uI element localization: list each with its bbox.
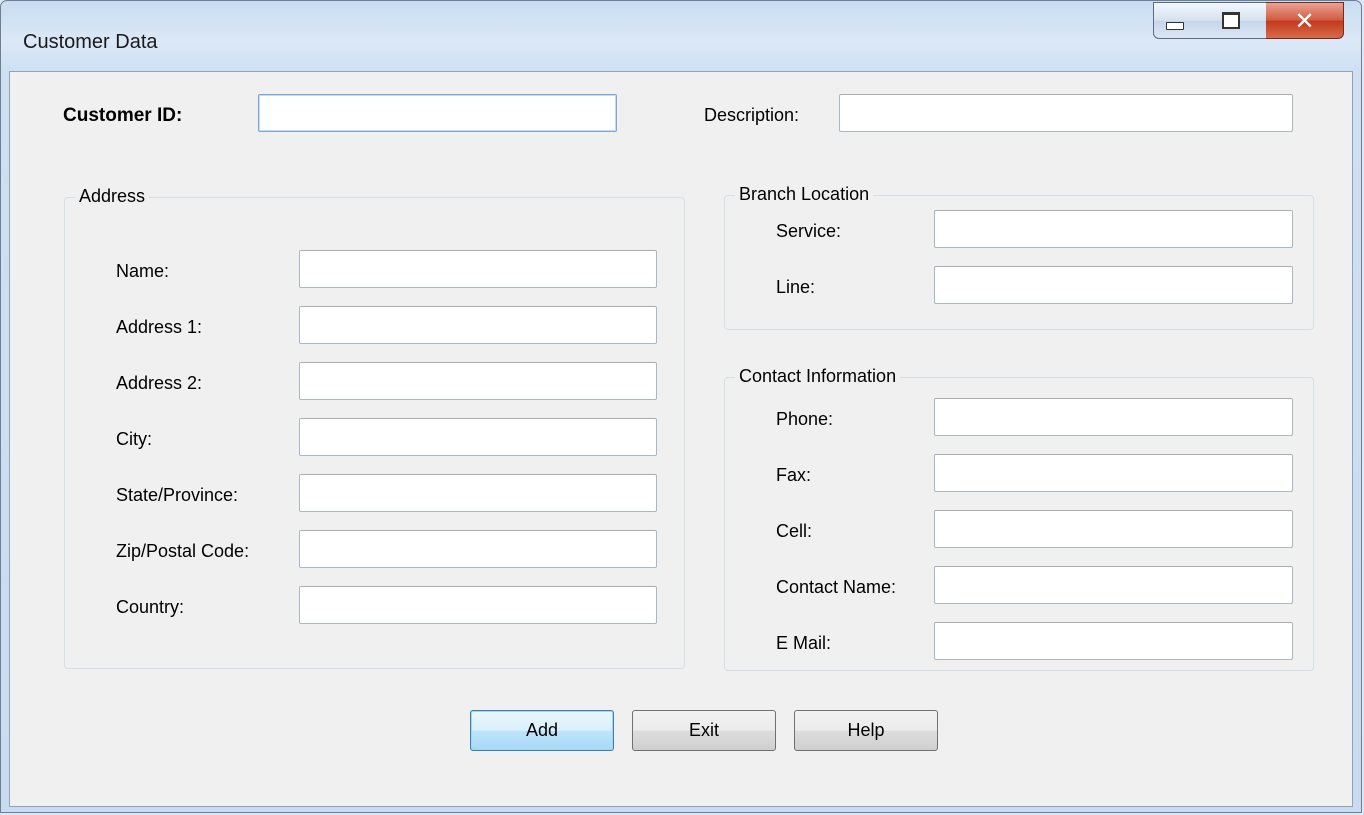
fax-input[interactable] [934,454,1293,492]
close-icon: ✕ [1294,6,1315,35]
contact-name-label: Contact Name: [776,577,897,597]
email-input[interactable] [934,622,1293,660]
address2-label: Address 2: [116,373,203,393]
address2-input[interactable] [299,362,657,400]
city-label: City: [116,429,152,449]
contact-information-legend: Contact Information [735,366,901,387]
service-label: Service: [776,221,842,241]
branch-location-group: Branch Location Service: Line: [724,184,1314,330]
close-button[interactable]: ✕ [1266,2,1344,39]
title-bar[interactable]: Customer Data ✕ [1,1,1361,71]
window-title: Customer Data [23,31,158,53]
city-input[interactable] [299,418,657,456]
zip-postal-code-label: Zip/Postal Code: [116,541,250,561]
description-input[interactable] [839,94,1293,132]
description-label: Description: [704,105,800,125]
name-input[interactable] [299,250,657,288]
minimize-button[interactable] [1153,2,1196,39]
state-province-input[interactable] [299,474,657,512]
zip-postal-code-input[interactable] [299,530,657,568]
minimize-icon [1165,21,1184,30]
line-label: Line: [776,277,816,297]
cell-label: Cell: [776,521,813,541]
name-label: Name: [116,261,170,281]
help-button[interactable]: Help [794,710,938,751]
customer-data-window: Customer Data ✕ Customer ID: Description… [0,0,1362,813]
phone-input[interactable] [934,398,1293,436]
service-input[interactable] [934,210,1293,248]
maximize-icon [1221,12,1240,29]
maximize-button[interactable] [1195,2,1267,39]
line-input[interactable] [934,266,1293,304]
branch-location-legend: Branch Location [735,184,874,205]
cell-input[interactable] [934,510,1293,548]
contact-information-group: Contact Information Phone: Fax: Cell: Co… [724,366,1314,671]
contact-name-input[interactable] [934,566,1293,604]
add-button[interactable]: Add [470,710,614,751]
address1-label: Address 1: [116,317,203,337]
address-legend: Address [75,186,150,207]
phone-label: Phone: [776,409,834,429]
fax-label: Fax: [776,465,812,485]
form-body: Customer ID: Description: Address Name: … [9,71,1353,807]
address-group: Address Name: Address 1: Address 2: City… [64,186,685,669]
customer-id-label: Customer ID: [63,105,183,126]
email-label: E Mail: [776,633,832,653]
exit-button[interactable]: Exit [632,710,776,751]
country-input[interactable] [299,586,657,624]
customer-id-input[interactable] [258,94,617,132]
state-province-label: State/Province: [116,485,239,505]
address1-input[interactable] [299,306,657,344]
country-label: Country: [116,597,185,617]
